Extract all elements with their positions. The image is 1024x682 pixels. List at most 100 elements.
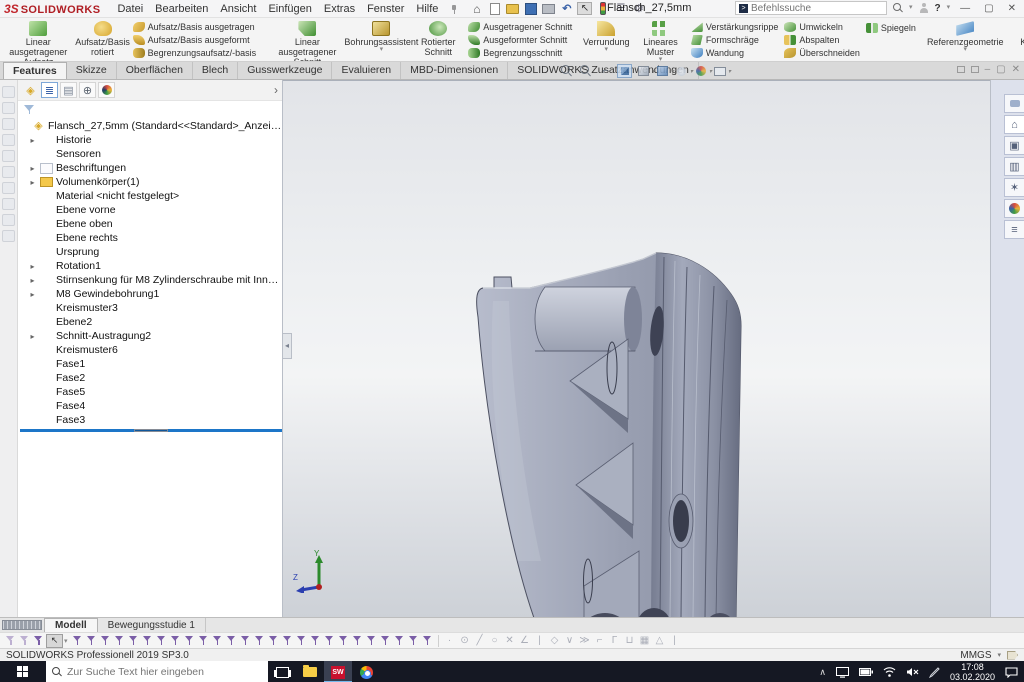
panel-tab-icon[interactable]: ≣ xyxy=(41,82,58,98)
selection-filter-icon[interactable] xyxy=(169,635,182,647)
filter-main-icon[interactable] xyxy=(32,635,45,647)
heads-up-icon[interactable]: ▾ xyxy=(579,64,594,78)
revolved-cut-button[interactable]: Rotierter Schnitt xyxy=(412,19,464,61)
expand-arrow-icon[interactable]: ▸ xyxy=(28,136,37,145)
left-toolbar-icon[interactable] xyxy=(2,150,15,162)
left-toolbar-icon[interactable] xyxy=(2,102,15,114)
doc-restore-button[interactable]: ▢ xyxy=(996,64,1005,75)
doc-close-button[interactable]: ✕ xyxy=(1012,64,1020,75)
selection-filter-icon[interactable] xyxy=(113,635,126,647)
heads-up-icon[interactable]: ▾ xyxy=(617,64,632,78)
help-button[interactable]: ? xyxy=(935,3,941,14)
shell-button[interactable]: Wandung xyxy=(691,46,779,59)
feature-tree-item[interactable]: ▸ Fase5 xyxy=(20,385,282,399)
sketch-tool-icon[interactable]: ✕ xyxy=(503,635,517,646)
expand-arrow-icon[interactable]: ▸ xyxy=(28,290,37,299)
linear-pattern-button[interactable]: Lineares Muster ▾ xyxy=(634,19,687,61)
selection-filter-icon[interactable] xyxy=(225,635,238,647)
selection-filter-icon[interactable] xyxy=(351,635,364,647)
start-button[interactable] xyxy=(0,661,46,682)
taskbar-search[interactable] xyxy=(46,661,268,682)
search-icon[interactable] xyxy=(893,3,903,13)
heads-up-icon[interactable]: ▾ xyxy=(712,64,727,78)
sketch-tool-icon[interactable]: ╱ xyxy=(473,635,487,646)
left-toolbar-icon[interactable] xyxy=(2,166,15,178)
help-caret-icon[interactable]: ▾ xyxy=(947,5,951,11)
linear-boss-button[interactable]: Linear ausgetragener Aufsatz xyxy=(2,19,75,61)
heads-up-icon[interactable]: ▾ xyxy=(655,64,670,78)
units-selector[interactable]: MMGS xyxy=(960,650,991,661)
chrome-button[interactable] xyxy=(352,661,380,682)
sketch-tool-icon[interactable]: ◇ xyxy=(548,635,562,646)
feature-tree-item[interactable]: ▸ M8 Gewindebohrung1 xyxy=(20,287,282,301)
task-pane-icon[interactable]: ▥ xyxy=(1004,157,1024,176)
panel-tab-icon[interactable] xyxy=(98,82,115,98)
filter-toggle-icon[interactable] xyxy=(18,635,31,647)
menu-item[interactable]: Bearbeiten xyxy=(150,2,213,16)
wifi-icon[interactable] xyxy=(883,667,896,677)
expand-arrow-icon[interactable]: ▸ xyxy=(28,164,37,173)
select-cursor-caret-icon[interactable]: ▾ xyxy=(64,637,68,645)
selection-filter-icon[interactable] xyxy=(281,635,294,647)
feature-tree-item[interactable]: ▸ Ebene vorne xyxy=(20,203,282,217)
swept-boss-button[interactable]: Aufsatz/Basis ausgetragen xyxy=(133,21,257,34)
expand-arrow-icon[interactable]: ▸ xyxy=(28,332,37,341)
display-icon[interactable] xyxy=(836,667,849,678)
feature-tree-item[interactable]: ▸ Ursprung xyxy=(20,245,282,259)
rollback-bar[interactable] xyxy=(20,429,282,432)
left-toolbar-icon[interactable] xyxy=(2,86,15,98)
ribbon-tab[interactable]: Features xyxy=(3,62,67,79)
heads-up-icon[interactable]: ▾ xyxy=(598,64,613,78)
selection-filter-icon[interactable] xyxy=(183,635,196,647)
feature-tree-item[interactable]: ▸ Kreismuster6 xyxy=(20,343,282,357)
reference-geometry-button[interactable]: Referenzgeometrie ▾ xyxy=(924,19,1007,61)
lofted-cut-button[interactable]: Ausgeformter Schnitt xyxy=(468,34,572,47)
curves-button[interactable]: Kurven ▾ xyxy=(1008,19,1024,61)
hole-wizard-button[interactable]: Bohrungsassistent ▾ xyxy=(353,19,411,61)
revolved-boss-button[interactable]: Aufsatz/Basis rotiert xyxy=(77,19,129,61)
left-toolbar-icon[interactable] xyxy=(2,230,15,242)
feature-tree-item[interactable]: ▸ Fase4 xyxy=(20,399,282,413)
command-search[interactable]: > xyxy=(735,1,887,15)
quick-access-icon[interactable] xyxy=(487,2,502,15)
selection-filter-icon[interactable] xyxy=(323,635,336,647)
feature-tree-item[interactable]: ▸ Rotation1 xyxy=(20,259,282,273)
split-button[interactable]: Abspalten xyxy=(784,34,860,47)
fillet-caret-icon[interactable]: ▾ xyxy=(605,47,609,53)
sketch-tool-icon[interactable]: | xyxy=(533,635,547,646)
selection-filter-icon[interactable] xyxy=(379,635,392,647)
task-pane-icon[interactable] xyxy=(1004,199,1024,218)
task-pane-icon[interactable]: ✶ xyxy=(1004,178,1024,197)
command-search-input[interactable] xyxy=(751,3,861,14)
quick-access-icon[interactable] xyxy=(577,2,592,15)
feature-tree-item[interactable]: ▸ Ebene rechts xyxy=(20,231,282,245)
selection-filter-icon[interactable] xyxy=(127,635,140,647)
selection-filter-icon[interactable] xyxy=(337,635,350,647)
pin-menu-icon[interactable] xyxy=(449,4,459,14)
tag-icon[interactable] xyxy=(1007,651,1018,660)
selection-filter-icon[interactable] xyxy=(155,635,168,647)
volume-muted-icon[interactable] xyxy=(906,667,919,677)
doc-window-icon[interactable] xyxy=(971,66,979,73)
expand-arrow-icon[interactable]: ▸ xyxy=(28,276,37,285)
feature-tree-item[interactable]: ▸ Fase2 xyxy=(20,371,282,385)
left-toolbar-icon[interactable] xyxy=(2,214,15,226)
quick-access-icon[interactable] xyxy=(541,2,556,15)
task-pane-icon[interactable]: ≡ xyxy=(1004,220,1024,239)
minimize-button[interactable]: — xyxy=(956,3,974,14)
intersect-button[interactable]: Überschneiden xyxy=(784,46,860,59)
doc-window-icon[interactable] xyxy=(957,66,965,73)
model-3d[interactable] xyxy=(283,81,990,617)
sketch-tool-icon[interactable]: · xyxy=(443,635,457,646)
graphics-viewport[interactable]: ◂ xyxy=(283,80,990,617)
selection-filter-icon[interactable] xyxy=(295,635,308,647)
boundary-cut-button[interactable]: Begrenzungsschnitt xyxy=(468,46,572,59)
expand-arrow-icon[interactable]: ▸ xyxy=(28,262,37,271)
selection-filter-icon[interactable] xyxy=(253,635,266,647)
selection-filter-icon[interactable] xyxy=(393,635,406,647)
sketch-tool-icon[interactable]: ≫ xyxy=(578,635,592,646)
feature-tree-item[interactable]: ▸ Ebene2 xyxy=(20,315,282,329)
doc-minimize-button[interactable]: – xyxy=(985,64,991,75)
feature-tree-item[interactable]: ▸ Volumenkörper(1) xyxy=(20,175,282,189)
wrap-button[interactable]: Umwickeln xyxy=(784,21,860,34)
